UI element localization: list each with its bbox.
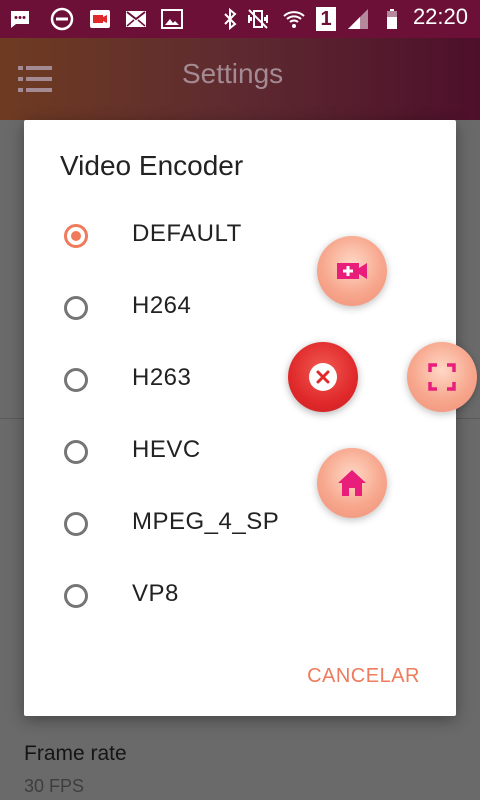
bluetooth-icon	[224, 7, 237, 31]
add-video-button[interactable]	[317, 236, 387, 306]
option-default[interactable]: DEFAULT	[24, 202, 456, 274]
gallery-icon	[161, 9, 183, 29]
radio-button[interactable]	[64, 368, 88, 392]
close-widget-button[interactable]	[288, 342, 358, 412]
option-mpeg-4-sp[interactable]: MPEG_4_SP	[24, 490, 456, 562]
radio-button-checked[interactable]	[64, 224, 88, 248]
option-vp8[interactable]: VP8	[24, 562, 456, 634]
home-icon	[338, 470, 366, 496]
page-title: Settings	[182, 58, 284, 89]
fullscreen-icon	[428, 363, 456, 391]
screen-recorder-icon	[90, 10, 110, 28]
signal-icon	[348, 9, 368, 29]
home-button[interactable]	[317, 448, 387, 518]
fullscreen-button[interactable]	[407, 342, 477, 412]
option-label: HEVC	[132, 436, 201, 463]
sim-1-icon: 1	[316, 7, 336, 31]
close-icon	[309, 363, 337, 391]
status-bar: 1 22:20	[0, 0, 480, 38]
option-label: DEFAULT	[132, 220, 242, 247]
do-not-disturb-icon	[50, 7, 74, 31]
vibrate-icon	[248, 9, 268, 29]
video-encoder-dialog: Video Encoder DEFAULT H264 H263 HEVC MPE…	[24, 120, 456, 716]
radio-button[interactable]	[64, 512, 88, 536]
cancel-button[interactable]: CANCELAR	[307, 665, 420, 688]
option-h264[interactable]: H264	[24, 274, 456, 346]
option-label: H264	[132, 292, 192, 319]
radio-button[interactable]	[64, 296, 88, 320]
frame-rate-setting-title: Frame rate	[24, 742, 127, 765]
radio-button[interactable]	[64, 584, 88, 608]
wifi-icon	[283, 11, 305, 28]
hamburger-menu-icon[interactable]	[18, 62, 54, 98]
messages-icon	[11, 11, 29, 28]
radio-button[interactable]	[64, 440, 88, 464]
option-label: VP8	[132, 580, 179, 607]
dialog-title: Video Encoder	[60, 150, 244, 181]
clock: 22:20	[412, 4, 468, 29]
email-icon	[126, 11, 146, 27]
app-toolbar: Settings	[0, 38, 480, 120]
option-label: H263	[132, 364, 192, 391]
frame-rate-setting-value: 30 FPS	[24, 776, 85, 796]
option-hevc[interactable]: HEVC	[24, 418, 456, 490]
option-h263[interactable]: H263	[24, 346, 456, 418]
add-video-icon	[337, 263, 367, 279]
option-label: MPEG_4_SP	[132, 508, 280, 535]
battery-icon	[387, 9, 397, 29]
